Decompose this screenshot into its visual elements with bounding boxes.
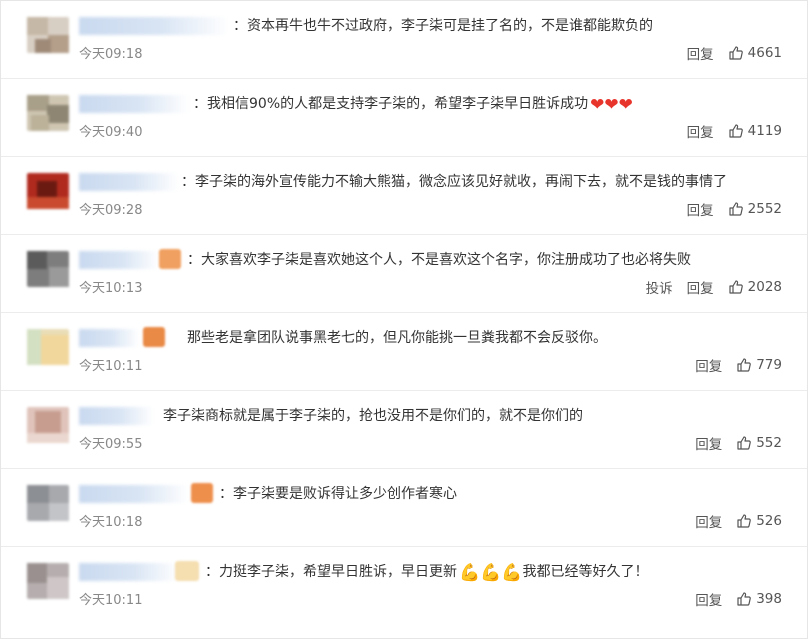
reply-button[interactable]: 回复 [687, 121, 714, 141]
comment-time: 今天09:40 [79, 125, 143, 140]
user-badge [143, 327, 165, 347]
comment-time: 今天10:13 [79, 281, 143, 296]
comment-actions: 回复 2552 [687, 199, 782, 219]
thumbs-up-icon [729, 46, 743, 60]
like-button[interactable]: 2028 [728, 279, 782, 295]
like-count: 526 [756, 513, 782, 529]
user-badge [175, 561, 199, 581]
like-button[interactable]: 552 [736, 435, 782, 451]
comment-item: ：力挺李子柒，希望早日胜诉，早日更新 💪💪💪我都已经等好久了！ 今天10:11 回… [1, 547, 807, 625]
username[interactable] [79, 407, 154, 425]
comment-text: ：李子柒要是败诉得让多少创作者寒心 [219, 486, 457, 502]
comment-item: ：大家喜欢李子柒是喜欢她这个人，不是喜欢这个名字，你注册成功了也必将失败 今天1… [1, 235, 807, 313]
comment-time: 今天10:11 [79, 593, 143, 608]
comment-actions: 回复 4119 [687, 121, 782, 141]
comment-item: ：李子柒要是败诉得让多少创作者寒心 今天10:18 回复 526 [1, 469, 807, 547]
like-count: 398 [756, 591, 782, 607]
reply-button[interactable]: 回复 [695, 511, 722, 531]
comment-item: ：我相信90%的人都是支持李子柒的，希望李子柒早日胜诉成功 ❤❤❤ 今天09:40… [1, 79, 807, 157]
like-count: 2028 [747, 279, 782, 295]
reply-button[interactable]: 回复 [687, 199, 714, 219]
reply-button[interactable]: 回复 [687, 277, 714, 297]
like-count: 2552 [747, 201, 782, 217]
username[interactable] [79, 329, 139, 347]
thumbs-up-icon [729, 280, 743, 294]
user-badge [159, 249, 181, 269]
comment-item: ：李子柒的海外宣传能力不输大熊猫，微念应该见好就收，再闹下去，就不是钱的事情了 … [1, 157, 807, 235]
comment-item: 那些老是拿团队说事黑老七的，但凡你能挑一旦粪我都不会反驳你。 今天10:11 回… [1, 313, 807, 391]
reply-button[interactable]: 回复 [687, 43, 714, 63]
thumbs-up-icon [729, 124, 743, 138]
report-button[interactable]: 投诉 [646, 277, 673, 297]
comment-actions: 回复 779 [695, 355, 782, 375]
comment-text-body: ：力挺李子柒，希望早日胜诉，早日更新 [205, 564, 457, 580]
comment-text-tail: 我都已经等好久了！ [522, 564, 649, 580]
thumbs-up-icon [737, 514, 752, 528]
comment-text: ：力挺李子柒，希望早日胜诉，早日更新 💪💪💪我都已经等好久了！ [205, 562, 649, 583]
like-button[interactable]: 398 [736, 591, 782, 607]
like-count: 4119 [747, 123, 782, 139]
like-count: 779 [756, 357, 782, 373]
thumbs-up-icon [737, 436, 752, 450]
username[interactable] [79, 251, 159, 269]
like-button[interactable]: 526 [736, 513, 782, 529]
like-button[interactable]: 4119 [728, 123, 782, 139]
comment-time: 今天09:18 [79, 47, 143, 62]
username[interactable] [79, 17, 229, 35]
comment-time: 今天10:11 [79, 359, 143, 374]
comment-time: 今天09:55 [79, 437, 143, 452]
like-count: 552 [756, 435, 782, 451]
comment-time: 今天09:28 [79, 203, 143, 218]
username[interactable] [79, 563, 179, 581]
comment-text: 那些老是拿团队说事黑老七的，但凡你能挑一旦粪我都不会反驳你。 [187, 330, 607, 346]
comment-item: 李子柒商标就是属于李子柒的，抢也没用不是你们的，就不是你们的 今天09:55 回… [1, 391, 807, 469]
avatar[interactable] [27, 17, 69, 53]
like-count: 4661 [747, 45, 782, 61]
comment-item: ：资本再牛也牛不过政府，李子柒可是挂了名的，不是谁都能欺负的 今天09:18 回… [1, 1, 807, 79]
comment-actions: 回复 398 [695, 589, 782, 609]
username[interactable] [79, 485, 189, 503]
comment-text: ：李子柒的海外宣传能力不输大熊猫，微念应该见好就收，再闹下去，就不是钱的事情了 [181, 174, 727, 190]
username[interactable] [79, 173, 179, 191]
comment-text: ：我相信90%的人都是支持李子柒的，希望李子柒早日胜诉成功 ❤❤❤ [193, 94, 633, 115]
avatar[interactable] [27, 563, 69, 599]
like-button[interactable]: 779 [736, 357, 782, 373]
thumbs-up-icon [737, 592, 752, 606]
avatar[interactable] [27, 173, 69, 209]
comment-actions: 回复 4661 [687, 43, 782, 63]
username[interactable] [79, 95, 189, 113]
avatar[interactable] [27, 95, 69, 131]
thumbs-up-icon [737, 358, 752, 372]
comment-list: ：资本再牛也牛不过政府，李子柒可是挂了名的，不是谁都能欺负的 今天09:18 回… [0, 0, 808, 639]
comment-actions: 回复 552 [695, 433, 782, 453]
user-badge [191, 483, 213, 503]
comment-text: ：大家喜欢李子柒是喜欢她这个人，不是喜欢这个名字，你注册成功了也必将失败 [187, 252, 691, 268]
like-button[interactable]: 2552 [728, 201, 782, 217]
comment-text: 李子柒商标就是属于李子柒的，抢也没用不是你们的，就不是你们的 [163, 408, 583, 424]
reply-button[interactable]: 回复 [695, 589, 722, 609]
comment-time: 今天10:18 [79, 515, 143, 530]
comment-actions: 回复 526 [695, 511, 782, 531]
avatar[interactable] [27, 407, 69, 443]
comment-actions: 投诉 回复 2028 [646, 277, 782, 297]
red-heart-icon: ❤❤❤ [590, 95, 633, 115]
reply-button[interactable]: 回复 [695, 433, 722, 453]
comment-text: ：资本再牛也牛不过政府，李子柒可是挂了名的，不是谁都能欺负的 [233, 18, 653, 34]
avatar[interactable] [27, 485, 69, 521]
flexed-biceps-icon: 💪💪💪 [459, 563, 523, 583]
reply-button[interactable]: 回复 [695, 355, 722, 375]
avatar[interactable] [27, 251, 69, 287]
thumbs-up-icon [729, 202, 743, 216]
avatar[interactable] [27, 329, 69, 365]
comment-text-body: ：我相信90%的人都是支持李子柒的，希望李子柒早日胜诉成功 [193, 96, 589, 112]
like-button[interactable]: 4661 [728, 45, 782, 61]
